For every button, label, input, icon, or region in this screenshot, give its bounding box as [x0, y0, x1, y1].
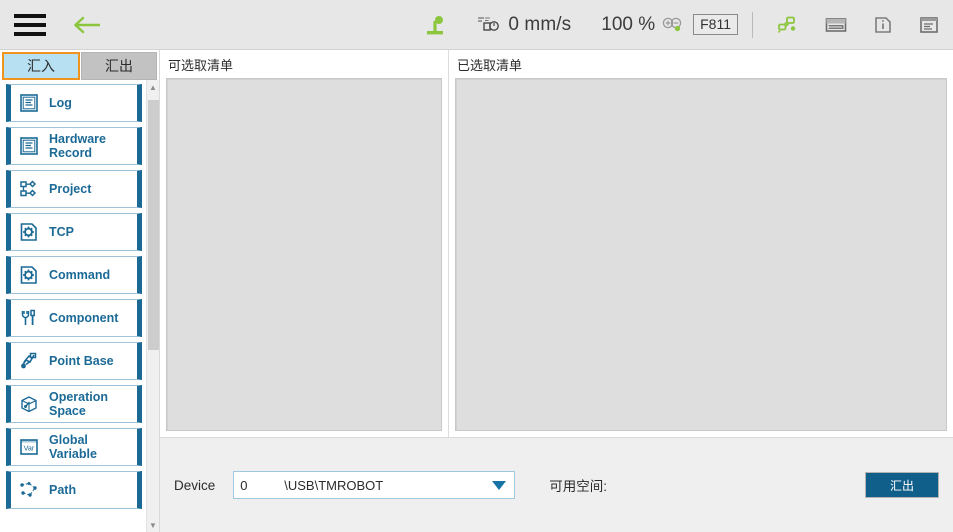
back-arrow-icon[interactable]: [72, 13, 102, 37]
speed-indicator[interactable]: 0 mm/s: [476, 14, 571, 36]
device-index: 0: [240, 477, 248, 493]
sidebar-item-label: Command: [49, 268, 111, 282]
hamburger-bar: [14, 22, 46, 27]
zoom-percent-group[interactable]: 100 % F811: [601, 14, 738, 36]
chevron-up-icon[interactable]: ▲: [147, 80, 160, 94]
sidebar-item-label: Operation Space: [49, 390, 109, 418]
selected-list-panel: 已选取清单: [448, 50, 953, 437]
flowchart-nodes-icon: [17, 177, 41, 201]
gear-document-icon: [17, 263, 41, 287]
sidebar-item-path[interactable]: Path: [6, 471, 142, 509]
sidebar-item-global-variable[interactable]: Var Global Variable: [6, 428, 142, 466]
selected-list-box[interactable]: [455, 78, 947, 431]
sidebar-tabs: 汇入 汇出: [0, 50, 159, 80]
gear-document-icon: [17, 220, 41, 244]
selected-list-title: 已选取清单: [449, 50, 953, 78]
scrollbar-thumb[interactable]: [147, 100, 159, 350]
sidebar-item-point-base[interactable]: Point Base: [6, 342, 142, 380]
var-box-icon: Var: [17, 435, 41, 459]
sidebar-item-label: TCP: [49, 225, 74, 239]
keyboard-icon[interactable]: [823, 13, 849, 37]
toolbar-status-group: 0 mm/s 100 % F811: [424, 0, 941, 49]
scrollbar-track[interactable]: [147, 94, 160, 518]
hamburger-bar: [14, 13, 46, 18]
speed-gauge-icon: [478, 16, 500, 31]
sidebar-item-project[interactable]: Project: [6, 170, 142, 208]
top-toolbar: 0 mm/s 100 % F811: [0, 0, 953, 50]
toolbar-divider: [752, 11, 753, 38]
sidebar-item-label: Project: [49, 182, 92, 196]
sidebar-item-label: Point Base: [49, 354, 114, 368]
main-content: 可选取清单 已选取清单 Device 0 \USB\TMROBOT 可用空间:: [160, 50, 953, 532]
available-list-box[interactable]: [166, 78, 442, 431]
sidebar-item-log[interactable]: Log: [6, 84, 142, 122]
footer-bar: Device 0 \USB\TMROBOT 可用空间: 汇出: [160, 438, 953, 532]
available-space-label: 可用空间:: [549, 479, 608, 494]
robot-arm-icon[interactable]: [424, 13, 446, 37]
sidebar-item-hardware-record[interactable]: Hardware Record: [6, 127, 142, 165]
cube-space-icon: [17, 392, 41, 416]
sidebar-item-operation-space[interactable]: Operation Space: [6, 385, 142, 423]
sidebar-nav-list: Log Hardware Record Project TCP Command …: [0, 80, 146, 532]
sidebar-item-tcp[interactable]: TCP: [6, 213, 142, 251]
document-lines-icon: [17, 134, 41, 158]
body-container: 汇入 汇出 Log Hardware Record Project TCP Co…: [0, 50, 953, 532]
document-lines-icon: [17, 91, 41, 115]
chevron-down-icon[interactable]: [492, 480, 507, 490]
tab-export[interactable]: 汇出: [81, 52, 157, 80]
sidebar-item-label: Global Variable: [49, 433, 97, 461]
percent-value: 100 %: [601, 13, 656, 35]
wrench-screwdriver-icon: [17, 306, 41, 330]
device-label: Device: [174, 477, 216, 493]
sidebar-item-label: Hardware Record: [49, 132, 106, 160]
application-window: 0 mm/s 100 % F811 汇入 汇出 Log Hardware Rec…: [0, 0, 953, 532]
sidebar-item-label: Path: [49, 483, 77, 497]
info-icon[interactable]: [871, 13, 895, 37]
sidebar-item-label: Component: [49, 311, 119, 325]
sidebar-item-component[interactable]: Component: [6, 299, 142, 337]
speed-value: 0 mm/s: [508, 13, 572, 35]
svg-text:Var: Var: [24, 444, 35, 453]
fkey-badge[interactable]: F811: [693, 14, 738, 35]
available-list-title: 可选取清单: [160, 50, 448, 78]
sidebar: 汇入 汇出 Log Hardware Record Project TCP Co…: [0, 50, 160, 532]
available-list-panel: 可选取清单: [160, 50, 448, 437]
log-panel-icon[interactable]: [917, 13, 941, 37]
sidebar-item-command[interactable]: Command: [6, 256, 142, 294]
tab-import[interactable]: 汇入: [2, 52, 80, 80]
device-dropdown[interactable]: 0 \USB\TMROBOT: [233, 471, 516, 499]
hamburger-bar: [14, 31, 46, 36]
path-nodes-icon: [17, 478, 41, 502]
network-node-icon[interactable]: [775, 13, 801, 37]
sidebar-item-label: Log: [49, 96, 72, 110]
sidebar-scroll-region: Log Hardware Record Project TCP Command …: [0, 80, 159, 532]
lists-row: 可选取清单 已选取清单: [160, 50, 953, 438]
zoom-in-out-icon: [662, 17, 682, 31]
robot-point-icon: [17, 349, 41, 373]
hamburger-menu-icon[interactable]: [14, 13, 46, 36]
chevron-down-icon[interactable]: ▼: [147, 518, 160, 532]
device-path: \USB\TMROBOT: [284, 477, 384, 493]
sidebar-scrollbar[interactable]: ▲ ▼: [146, 80, 159, 532]
export-button[interactable]: 汇出: [865, 472, 939, 498]
